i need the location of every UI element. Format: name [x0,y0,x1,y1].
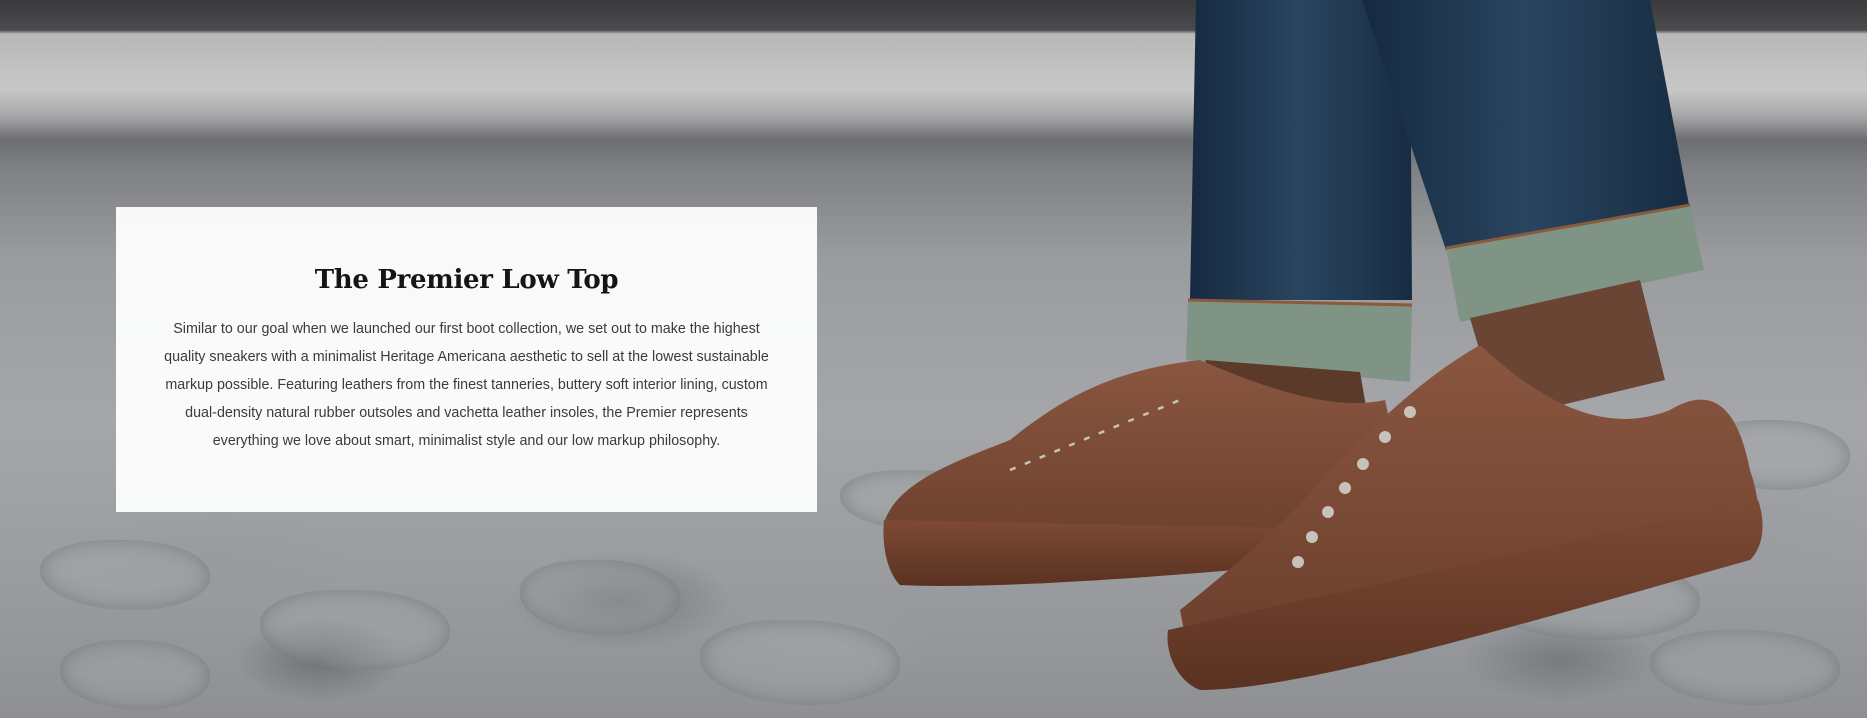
product-info-card: The Premier Low Top Similar to our goal … [116,207,817,512]
right-leg [1362,0,1704,322]
product-title: The Premier Low Top [314,265,619,295]
left-leg [1186,0,1413,382]
product-description: Similar to our goal when we launched our… [164,321,769,449]
hero-banner: The Premier Low Top Similar to our goal … [0,0,1867,718]
